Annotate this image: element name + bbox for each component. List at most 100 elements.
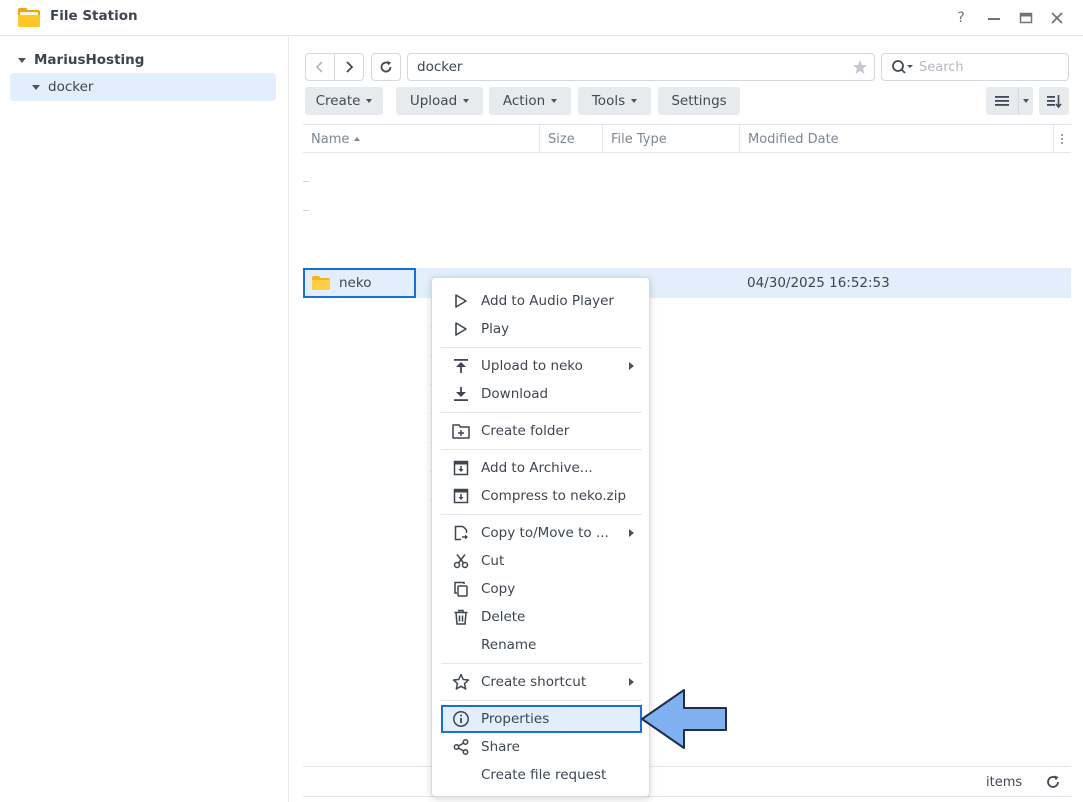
help-button[interactable]: ? [951,8,971,28]
star-outline-icon [451,672,471,692]
action-label: Action [502,93,546,109]
column-size-label: Size [548,131,575,147]
column-date[interactable]: Modified Date [740,125,1054,153]
sort-ascending-icon [354,137,361,141]
close-icon [1051,12,1063,24]
menu-separator [441,663,642,664]
download-icon [451,384,471,404]
menu-item-upload-to[interactable]: Upload to neko [441,352,642,380]
minimize-button[interactable] [984,8,1004,28]
menu-item-label: Add to Archive... [481,460,593,476]
file-name-cell[interactable]: neko [303,268,416,298]
table-row[interactable]: neko 04/30/2025 16:52:53 [303,268,1071,298]
play-outline-icon [451,291,471,311]
column-name[interactable]: Name [303,125,540,153]
title-bar: File Station ? [0,0,1083,36]
action-button[interactable]: Action [489,87,571,115]
path-bar[interactable]: docker [407,53,875,81]
menu-separator [441,700,642,701]
menu-item-download[interactable]: Download [441,380,642,408]
compress-icon [451,486,471,506]
menu-item-add-to-archive[interactable]: Add to Archive... [441,454,642,482]
expand-caret-icon[interactable] [18,57,26,63]
create-button[interactable]: Create [305,87,383,115]
view-mode-dropdown[interactable] [1018,87,1033,115]
tools-button[interactable]: Tools [578,87,651,115]
divider [303,210,309,211]
menu-item-create-folder[interactable]: Create folder [441,417,642,445]
menu-item-rename[interactable]: Rename [441,631,642,659]
play-icon [451,319,471,339]
forward-button[interactable] [334,53,364,81]
menu-item-label: Share [481,739,520,755]
menu-item-cut[interactable]: Cut [441,547,642,575]
blank-icon [451,635,471,655]
list-view-icon [995,96,1009,106]
tree-child-label: docker [48,79,94,95]
chevron-down-icon [631,99,638,103]
close-button[interactable] [1047,8,1067,28]
chevron-down-icon [463,99,470,103]
chevron-down-icon [366,99,373,103]
file-modified-date: 04/30/2025 16:52:53 [747,275,890,291]
column-options-button[interactable] [1054,125,1071,153]
refresh-icon[interactable] [1045,774,1061,790]
refresh-button[interactable] [371,53,401,81]
maximize-button[interactable] [1016,8,1036,28]
star-icon[interactable] [852,59,868,75]
scissors-icon [451,551,471,571]
column-type[interactable]: File Type [603,125,740,153]
menu-item-add-audio-player[interactable]: Add to Audio Player [441,287,642,315]
tree-node-docker[interactable]: docker [10,73,276,101]
menu-item-label: Upload to neko [481,358,583,374]
divider [303,181,309,182]
context-menu: Add to Audio Player Play Upload to neko … [431,277,650,797]
upload-button[interactable]: Upload [396,87,483,115]
menu-separator [441,514,642,515]
menu-item-delete[interactable]: Delete [441,603,642,631]
chevron-down-icon [551,99,558,103]
info-icon [451,709,471,729]
menu-item-create-file-request[interactable]: Create file request [441,761,642,789]
back-button[interactable] [305,53,335,81]
menu-item-label: Copy [481,581,516,597]
file-station-icon [17,6,41,28]
search-input[interactable]: Search [881,53,1069,81]
settings-button[interactable]: Settings [658,87,740,115]
list-header: Name Size File Type Modified Date [303,124,1071,153]
menu-item-copy[interactable]: Copy [441,575,642,603]
status-bar: items [303,766,1071,797]
menu-item-play[interactable]: Play [441,315,642,343]
upload-icon [451,356,471,376]
share-icon [451,737,471,757]
menu-item-label: Properties [481,711,550,727]
path-text: docker [417,59,463,75]
folder-icon [312,276,330,290]
refresh-icon [380,61,392,73]
create-label: Create [315,93,361,109]
chevron-left-icon [315,61,323,73]
menu-item-label: Copy to/Move to ... [481,525,609,541]
menu-item-compress[interactable]: Compress to neko.zip [441,482,642,510]
tree-node-root[interactable]: MariusHosting [18,51,144,69]
column-date-label: Modified Date [748,131,839,147]
settings-label: Settings [671,93,727,109]
sort-icon [1047,95,1062,109]
folder-plus-icon [451,421,471,441]
menu-item-properties[interactable]: Properties [441,705,642,733]
minimize-icon [988,18,1000,20]
column-size[interactable]: Size [540,125,603,153]
menu-separator [441,449,642,450]
menu-item-create-shortcut[interactable]: Create shortcut [441,668,642,696]
search-icon [892,60,913,74]
sort-button[interactable] [1039,87,1069,115]
copy-icon [451,579,471,599]
menu-item-share[interactable]: Share [441,733,642,761]
window-title: File Station [50,8,138,24]
menu-item-copy-move[interactable]: Copy to/Move to ... [441,519,642,547]
file-name: neko [339,275,372,291]
submenu-arrow-icon [629,678,634,686]
list-view-button[interactable] [986,87,1018,115]
column-name-label: Name [311,131,350,147]
expand-caret-icon[interactable] [32,84,40,90]
